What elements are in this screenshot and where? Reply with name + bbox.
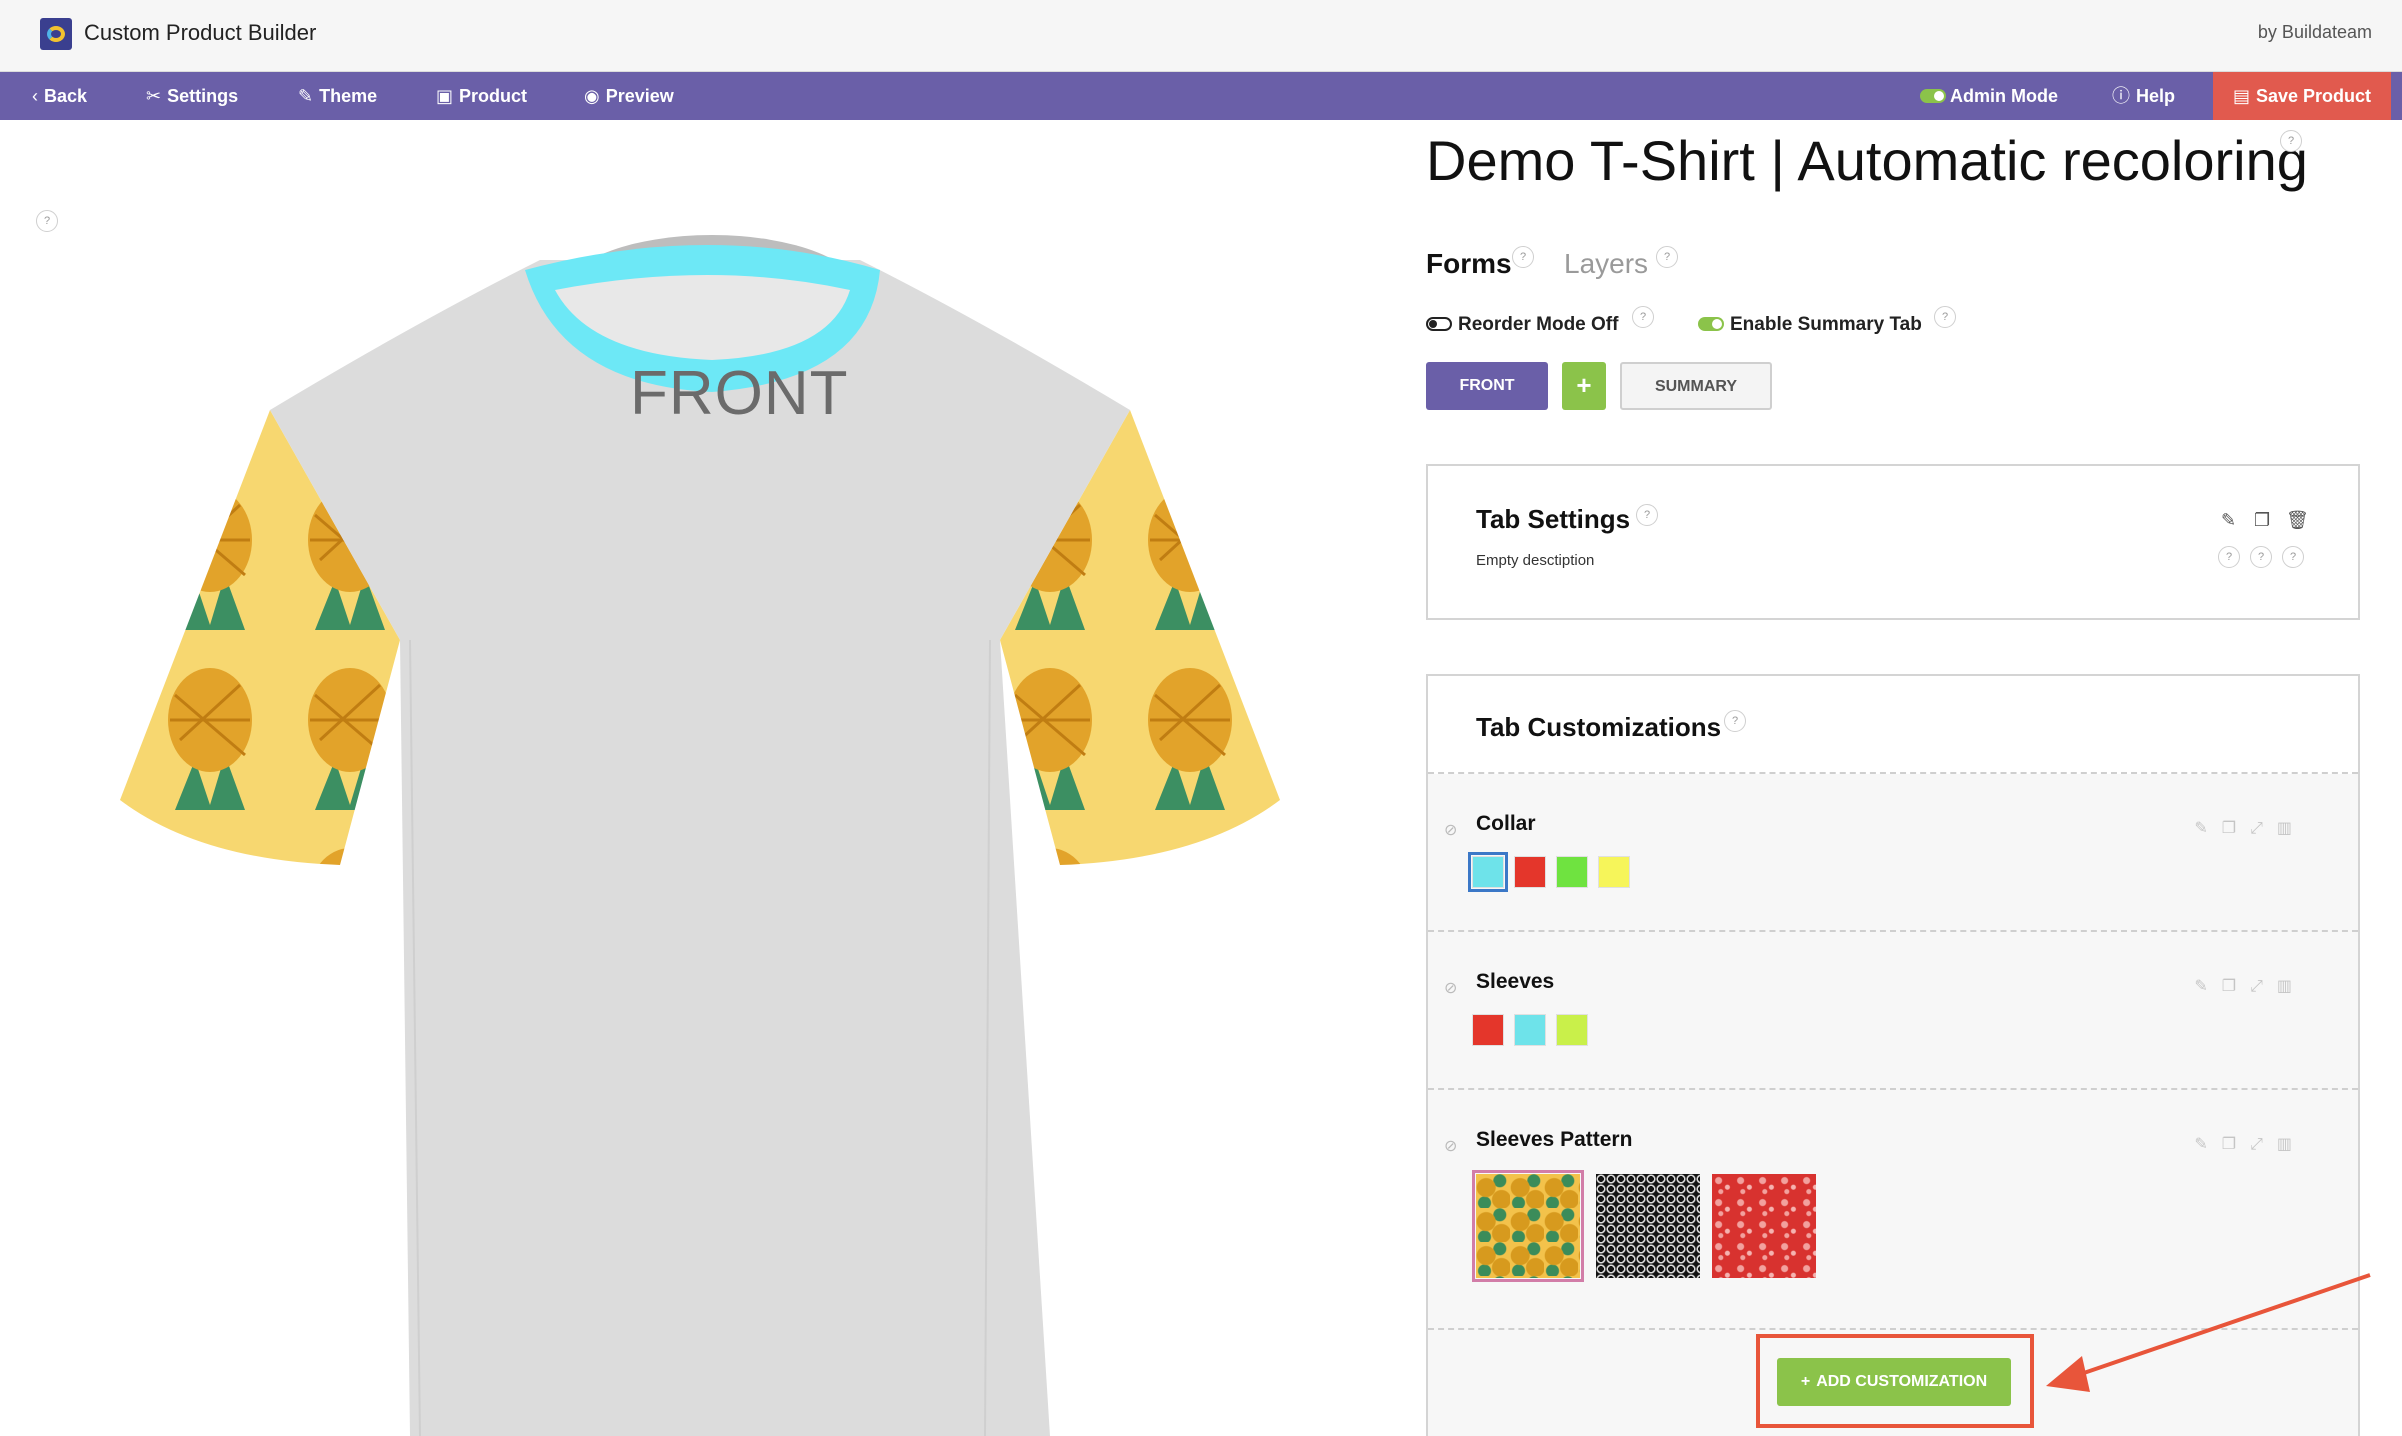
save-product-button[interactable]: ▤ Save Product — [2213, 72, 2391, 120]
shopping-bag-icon: ▣ — [436, 86, 454, 106]
nav-preview-label: Preview — [605, 86, 674, 106]
pattern-swatch-pineapple[interactable] — [1472, 1170, 1584, 1282]
forms-help-icon[interactable]: ? — [1512, 246, 1534, 268]
trash-icon[interactable]: ▥ — [2277, 1136, 2306, 1153]
customization-sleeves: ⊘ Sleeves ✎❐⤢▥ — [1428, 932, 2358, 1090]
tab-customizations-title: Tab Customizations — [1476, 712, 1722, 742]
admin-mode-label: Admin Mode — [1950, 86, 2058, 106]
pattern-swatch-red-floral[interactable] — [1712, 1174, 1816, 1278]
trash-icon[interactable]: ▥ — [2277, 820, 2306, 837]
nav-back-label: Back — [44, 86, 88, 106]
section-tools: ✎❐⤢▥ — [2194, 976, 2306, 996]
tab-front-button[interactable]: FRONT — [1426, 362, 1548, 410]
section-tools: ✎❐⤢▥ — [2194, 1134, 2306, 1154]
customization-name: Collar — [1476, 812, 1536, 835]
nav-theme-label: Theme — [319, 86, 378, 106]
nav-product-button[interactable]: ▣ Product — [436, 72, 527, 120]
reorder-help-icon[interactable]: ? — [1632, 306, 1654, 328]
color-swatch[interactable] — [1598, 856, 1630, 888]
tab-settings-card: Tab Settings ? Empty desctiption ✎ ❐ 🗑 ?… — [1426, 464, 2360, 620]
resize-icon[interactable]: ⤢ — [2250, 978, 2277, 995]
nav-product-label: Product — [459, 86, 528, 106]
builder-logo-icon — [40, 18, 72, 50]
view-label: FRONT — [630, 359, 849, 428]
edit-help-icon[interactable]: ? — [2218, 546, 2240, 568]
tab-summary-button[interactable]: SUMMARY — [1620, 362, 1772, 410]
edit-icon[interactable]: ✎ — [2194, 820, 2221, 837]
resize-icon[interactable]: ⤢ — [2250, 820, 2277, 837]
pattern-swatch-black-lattice[interactable] — [1596, 1174, 1700, 1278]
duplicate-icon[interactable]: ❐ — [2254, 510, 2270, 531]
app-byline: by Buildateam — [2257, 22, 2372, 42]
customization-name: Sleeves — [1476, 970, 1555, 993]
toggle-on-icon — [1920, 89, 1946, 103]
nav-theme-button[interactable]: ✎ Theme — [298, 72, 377, 120]
customization-sleeves-pattern: ⊘ Sleeves Pattern ✎❐⤢▥ — [1428, 1090, 2358, 1330]
trash-icon[interactable]: ▥ — [2277, 978, 2306, 995]
summary-help-icon[interactable]: ? — [1934, 306, 1956, 328]
toggle-on-icon — [1698, 317, 1724, 331]
resize-icon[interactable]: ⤢ — [2250, 1136, 2277, 1153]
app-window: Custom Product Builder by Buildateam ‹ Ba… — [0, 0, 2402, 1436]
tab-settings-help-icon[interactable]: ? — [1636, 504, 1658, 526]
product-canvas[interactable]: ? FRONT — [0, 120, 1400, 1436]
layers-help-icon[interactable]: ? — [1656, 246, 1678, 268]
tab-customizations-header: Tab Customizations ? — [1428, 676, 2358, 774]
add-tab-button[interactable]: + — [1562, 362, 1606, 410]
duplicate-icon[interactable]: ❐ — [2222, 1136, 2250, 1153]
tab-customizations-card: Tab Customizations ? ⊘ Collar ✎❐⤢▥ ⊘ Sle… — [1426, 674, 2360, 1436]
tools-icon: ✂ — [146, 86, 162, 106]
customization-name: Sleeves Pattern — [1476, 1128, 1633, 1151]
toggle-off-icon — [1426, 317, 1452, 331]
color-swatch[interactable] — [1514, 1014, 1546, 1046]
enable-summary-label: Enable Summary Tab — [1730, 314, 1922, 335]
chevron-left-icon: ‹ — [32, 86, 38, 106]
tab-settings-title: Tab Settings — [1476, 504, 1631, 534]
tab-customizations-help-icon[interactable]: ? — [1724, 710, 1746, 732]
nav-settings-label: Settings — [167, 86, 239, 106]
duplicate-help-icon[interactable]: ? — [2250, 546, 2272, 568]
color-swatch[interactable] — [1472, 1014, 1504, 1046]
edit-icon[interactable]: ✎ — [2221, 510, 2236, 531]
edit-icon[interactable]: ✎ — [2194, 1136, 2221, 1153]
color-swatch[interactable] — [1468, 852, 1508, 892]
title-help-icon[interactable]: ? — [2280, 130, 2302, 152]
nav-help-label: Help — [2136, 86, 2176, 106]
product-title: Demo T-Shirt | Automatic recoloring — [1426, 129, 2308, 192]
color-swatch[interactable] — [1514, 856, 1546, 888]
brush-icon: ✎ — [298, 86, 314, 106]
save-product-label: Save Product — [2255, 86, 2372, 106]
duplicate-icon[interactable]: ❐ — [2222, 978, 2250, 995]
trash-icon[interactable]: 🗑 — [2286, 510, 2309, 531]
eye-icon: ◉ — [584, 86, 600, 106]
eye-slash-icon[interactable]: ⊘ — [1444, 1136, 1457, 1156]
nav-preview-button[interactable]: ◉ Preview — [584, 72, 674, 120]
nav-settings-button[interactable]: ✂ Settings — [146, 72, 238, 120]
annotation-highlight-box — [1756, 1334, 2034, 1428]
color-swatch[interactable] — [1556, 856, 1588, 888]
reorder-mode-toggle[interactable]: Reorder Mode Off — [1426, 314, 1618, 336]
duplicate-icon[interactable]: ❐ — [2222, 820, 2250, 837]
main-navbar: ‹ Back ✂ Settings ✎ Theme ▣ Product ◉ Preview… — [0, 72, 2402, 120]
admin-mode-toggle[interactable]: Admin Mode — [1920, 72, 2058, 120]
eye-slash-icon[interactable]: ⊘ — [1444, 820, 1457, 840]
edit-icon[interactable]: ✎ — [2194, 978, 2221, 995]
reorder-mode-label: Reorder Mode Off — [1458, 314, 1619, 335]
customization-collar: ⊘ Collar ✎❐⤢▥ — [1428, 774, 2358, 932]
delete-help-icon[interactable]: ? — [2282, 546, 2304, 568]
nav-help-button[interactable]: ⓘ Help — [2112, 72, 2175, 120]
enable-summary-toggle[interactable]: Enable Summary Tab — [1698, 314, 1922, 336]
tab-forms[interactable]: Forms — [1426, 248, 1512, 280]
app-title: Custom Product Builder — [84, 20, 317, 45]
save-icon: ▤ — [2232, 86, 2250, 106]
tab-settings-description: Empty desctiption — [1476, 552, 1595, 569]
tab-layers[interactable]: Layers — [1564, 248, 1648, 280]
color-swatch[interactable] — [1556, 1014, 1588, 1046]
section-tools: ✎❐⤢▥ — [2194, 818, 2306, 838]
tshirt-preview — [120, 235, 1280, 1436]
title-bar: Custom Product Builder by Buildateam — [0, 0, 2402, 72]
eye-slash-icon[interactable]: ⊘ — [1444, 978, 1457, 998]
question-circle-icon: ⓘ — [2112, 86, 2130, 106]
nav-back-button[interactable]: ‹ Back — [32, 72, 87, 120]
